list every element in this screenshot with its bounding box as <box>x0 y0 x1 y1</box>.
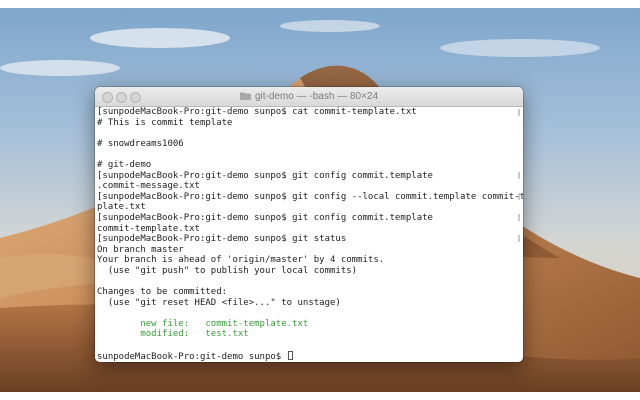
terminal-line: Changes to be committed: <box>97 287 228 298</box>
window-titlebar[interactable]: git-demo — -bash — 80×24 <box>95 87 523 107</box>
terminal-line: # git-demo <box>97 159 152 170</box>
terminal-line: [sunpodeMacBook-Pro:git-demo sunpo$ git … <box>97 212 433 223</box>
terminal-line: [sunpodeMacBook-Pro:git-demo sunpo$ git … <box>97 234 347 245</box>
prompt-text: sunpodeMacBook-Pro:git-demo sunpo$ <box>97 351 287 362</box>
terminal-line: (use "git reset HEAD <file>..." to unsta… <box>97 297 341 308</box>
terminal-line: On branch master <box>97 244 184 255</box>
terminal-lines: [sunpodeMacBook-Pro:git-demo sunpo$ cat … <box>97 107 523 362</box>
terminal-line: [sunpodeMacBook-Pro:git-demo sunpo$ cat … <box>97 107 417 117</box>
terminal-line: plate.txt <box>97 202 146 213</box>
terminal-line: new file: commit-template.txt <box>97 318 309 329</box>
folder-icon <box>240 91 251 100</box>
prompt-mark <box>518 109 520 116</box>
prompt-mark <box>518 214 520 221</box>
terminal-line: [sunpodeMacBook-Pro:git-demo sunpo$ git … <box>97 191 523 202</box>
terminal-line: modified: test.txt <box>97 329 249 340</box>
terminal-line: [sunpodeMacBook-Pro:git-demo sunpo$ git … <box>97 170 433 181</box>
terminal-window[interactable]: git-demo — -bash — 80×24 [sunpodeMacBook… <box>95 87 523 362</box>
terminal-output[interactable]: [sunpodeMacBook-Pro:git-demo sunpo$ cat … <box>95 107 523 362</box>
text-cursor <box>287 350 293 360</box>
prompt-mark <box>518 172 520 179</box>
terminal-line: .commit-message.txt <box>97 181 200 192</box>
window-title: git-demo — -bash — 80×24 <box>95 90 523 103</box>
bracket-marks <box>516 107 520 362</box>
prompt-mark <box>518 193 520 200</box>
prompt-mark <box>518 235 520 242</box>
terminal-line: commit-template.txt <box>97 223 200 234</box>
terminal-line: # This is commit template <box>97 117 233 128</box>
terminal-line: Your branch is ahead of 'origin/master' … <box>97 255 385 266</box>
prompt-line[interactable]: sunpodeMacBook-Pro:git-demo sunpo$ <box>97 350 523 362</box>
terminal-line: # snowdreams1006 <box>97 138 184 149</box>
window-title-text: git-demo — -bash — 80×24 <box>254 91 379 102</box>
terminal-line: (use "git push" to publish your local co… <box>97 265 358 276</box>
desktop-wallpaper: git-demo — -bash — 80×24 [sunpodeMacBook… <box>0 8 640 392</box>
